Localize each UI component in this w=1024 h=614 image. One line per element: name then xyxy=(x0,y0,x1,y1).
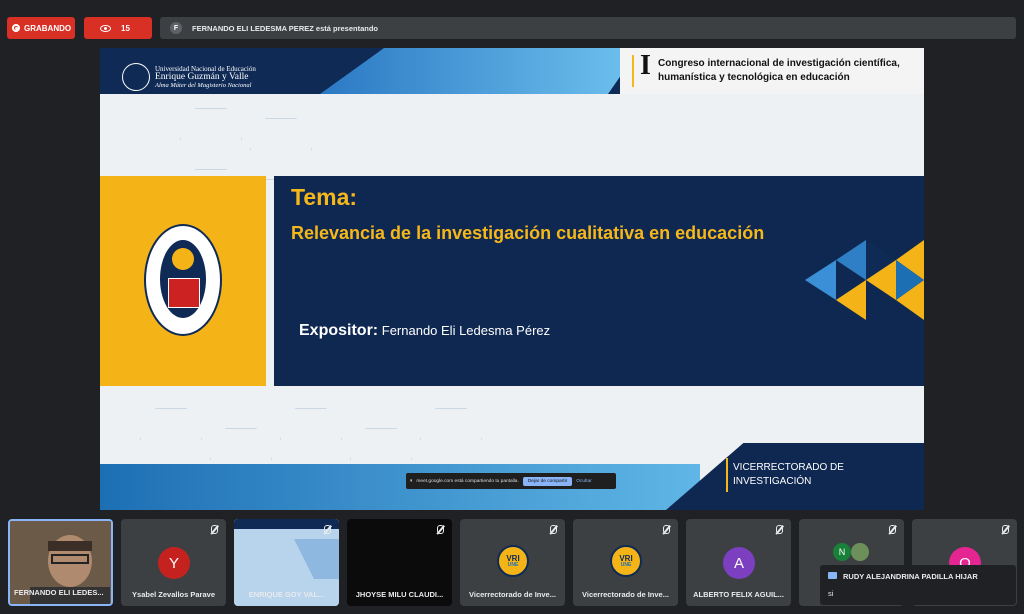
mic-off-icon xyxy=(1002,525,1009,534)
presenter-avatar: F xyxy=(170,22,182,34)
congress-roman-numeral: I xyxy=(640,50,651,81)
avatar-photo xyxy=(851,543,869,561)
hexagon-decoration xyxy=(420,408,482,470)
participant-name: Vicerrectorado de Inve... xyxy=(582,590,669,599)
participant-tile[interactable]: ENRIQUE GOY VAL... xyxy=(234,519,339,606)
university-seal-icon xyxy=(122,63,150,91)
mic-off-icon xyxy=(211,525,218,534)
hexagon-decoration xyxy=(250,118,312,180)
vri-logo: VRI UNE xyxy=(497,545,529,577)
vicerrectorado-label: VICERRECTORADO DE INVESTIGACIÓN xyxy=(733,461,844,488)
chat-sender: RUDY ALEJANDRINA PADILLA HIJAR xyxy=(843,572,978,581)
vri-logo-sub: UNE xyxy=(507,561,519,568)
chat-icon xyxy=(828,572,837,579)
recording-label: GRABANDO xyxy=(24,23,72,33)
vri-logo: VRI UNE xyxy=(610,545,642,577)
hexagon-decoration xyxy=(140,408,202,470)
recording-badge[interactable]: GRABANDO xyxy=(7,17,75,39)
expositor-line: Expositor: Fernando Eli Ledesma Pérez xyxy=(299,322,550,340)
stop-sharing-button[interactable]: Dejar de compartir xyxy=(522,476,573,486)
viewer-count-badge[interactable]: 15 xyxy=(84,17,152,39)
presenter-status-bar: F FERNANDO ELI LEDESMA PEREZ está presen… xyxy=(160,17,1016,39)
vice-line1: VICERRECTORADO DE xyxy=(733,462,844,473)
congress-line2: humanística y tecnológica en educación xyxy=(658,71,850,83)
eye-icon xyxy=(100,24,111,32)
participant-tile[interactable]: FERNANDO ELI LEDES... xyxy=(8,519,113,606)
mic-off-icon xyxy=(437,525,444,534)
avatar: Y xyxy=(158,547,190,579)
avatar: A xyxy=(723,547,755,579)
presenter-status-text: FERNANDO ELI LEDESMA PEREZ está presenta… xyxy=(192,23,378,33)
participant-tile[interactable]: Y Ysabel Zevallos Parave xyxy=(121,519,226,606)
record-icon xyxy=(12,24,20,32)
participant-tile[interactable]: JHOYSE MILU CLAUDI... xyxy=(347,519,452,606)
participant-name: ALBERTO FELIX AGUIL... xyxy=(693,590,784,599)
participant-tile[interactable]: VRI UNE Vicerrectorado de Inve... xyxy=(573,519,678,606)
shield-icon xyxy=(168,278,200,308)
university-line3: Alma Máter del Magisterio Nacional xyxy=(155,82,252,90)
screen-share-notice: ⏸ meet.google.com está compartiendo tu p… xyxy=(406,473,616,489)
sun-icon xyxy=(172,248,194,270)
tema-label: Tema: xyxy=(291,184,358,210)
hexagon-decoration xyxy=(280,408,342,470)
vice-accent-bar xyxy=(726,458,728,492)
viewer-count: 15 xyxy=(121,23,130,33)
vice-line2: INVESTIGACIÓN xyxy=(733,475,812,487)
participant-name: Vicerrectorado de Inve... xyxy=(469,590,556,599)
triangles-decoration xyxy=(805,240,924,320)
tema-title: Relevancia de la investigación cualitati… xyxy=(291,223,765,243)
participant-tile[interactable]: A ALBERTO FELIX AGUIL... xyxy=(686,519,791,606)
participant-name: Ysabel Zevallos Parave xyxy=(132,590,215,599)
congress-accent-bar xyxy=(632,55,634,87)
participant-name: ENRIQUE GOY VAL... xyxy=(248,590,325,599)
pause-icon: ⏸ xyxy=(410,479,413,484)
congress-title: Congreso internacional de investigación … xyxy=(658,57,918,84)
avatar: N xyxy=(833,543,851,561)
congress-line1: Congreso internacional de investigación … xyxy=(658,58,900,69)
shared-screen-slide: Universidad Nacional de Educación Enriqu… xyxy=(100,48,924,510)
expositor-name: Fernando Eli Ledesma Pérez xyxy=(381,323,551,338)
mic-off-icon xyxy=(324,525,331,534)
mic-off-icon xyxy=(663,525,670,534)
mic-off-icon xyxy=(889,525,896,534)
mic-off-icon xyxy=(776,525,783,534)
share-notice-text: meet.google.com está compartiendo tu pan… xyxy=(416,478,519,484)
meeting-top-bar: GRABANDO 15 F FERNANDO ELI LEDESMA PEREZ… xyxy=(0,0,1024,44)
vri-logo-sub: UNE xyxy=(620,561,632,568)
university-name: Universidad Nacional de Educación Enriqu… xyxy=(155,65,256,90)
university-emblem xyxy=(144,224,222,336)
expositor-label: Expositor: xyxy=(299,322,379,339)
hide-notice-button[interactable]: Ocultar xyxy=(576,479,591,484)
participant-name: JHOYSE MILU CLAUDI... xyxy=(355,590,444,599)
chat-message: si xyxy=(828,589,834,598)
mic-off-icon xyxy=(550,525,557,534)
participant-name: FERNANDO ELI LEDES... xyxy=(14,588,104,597)
hexagon-decoration xyxy=(180,108,242,170)
chat-notification[interactable]: RUDY ALEJANDRINA PADILLA HIJAR si xyxy=(820,565,1016,605)
participant-tile[interactable]: VRI UNE Vicerrectorado de Inve... xyxy=(460,519,565,606)
